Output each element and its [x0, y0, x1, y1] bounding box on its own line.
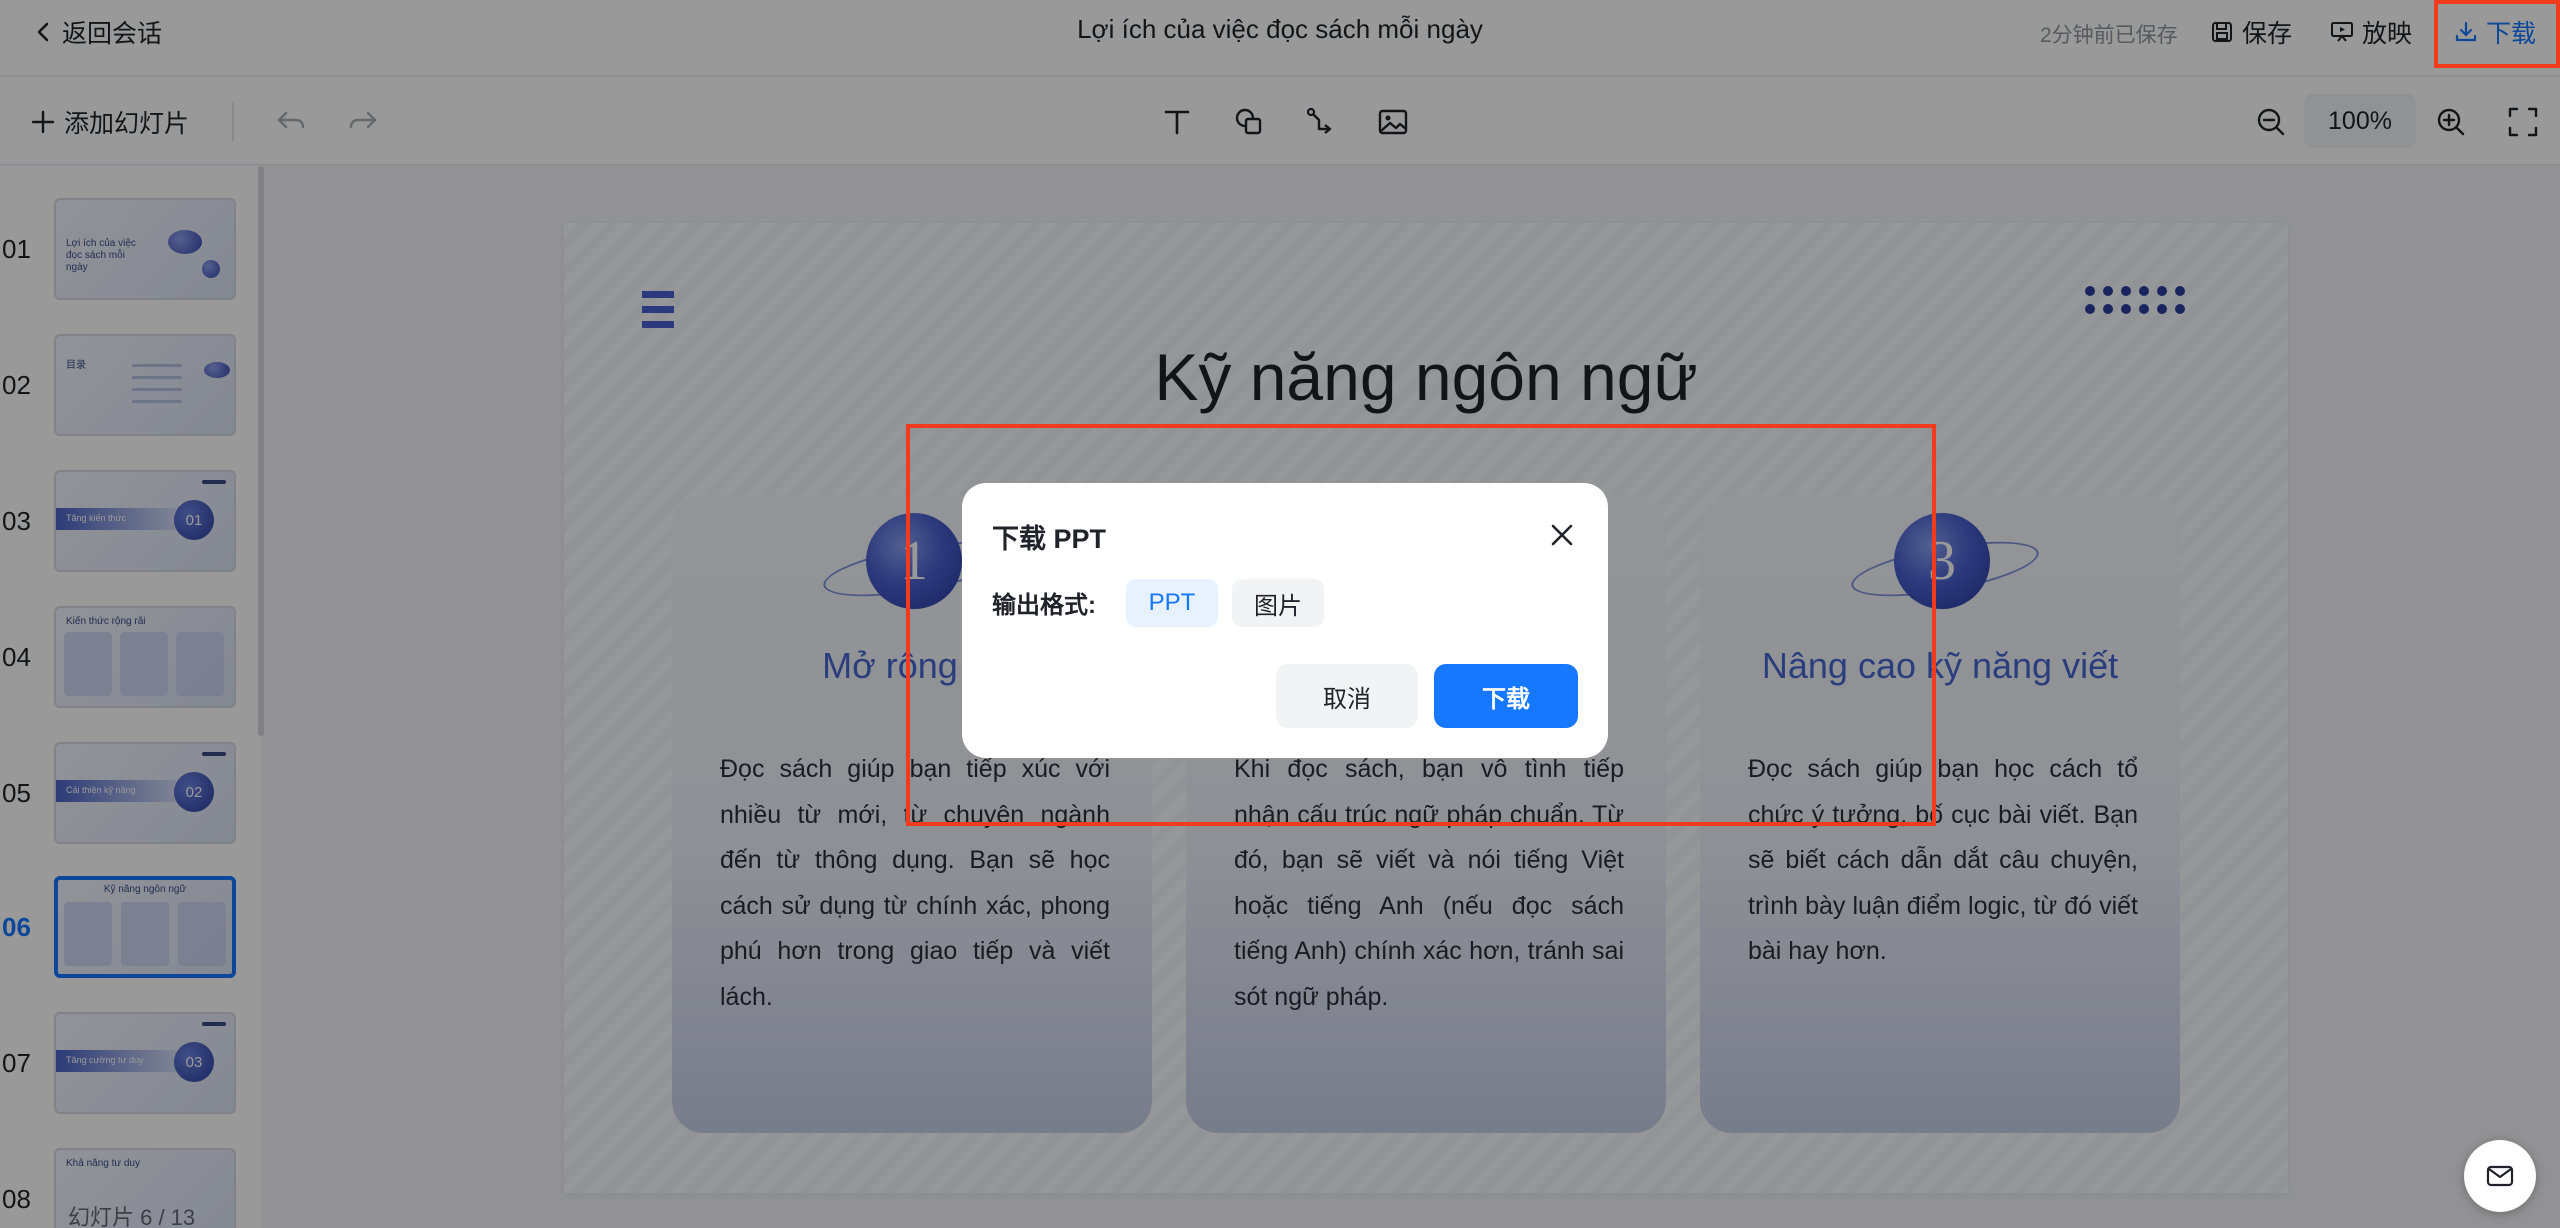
- close-icon[interactable]: [1544, 517, 1580, 553]
- highlight-box-download: [2434, 0, 2560, 68]
- dialog-title: 下载 PPT: [992, 524, 1107, 554]
- confirm-download-button[interactable]: 下载: [1434, 664, 1578, 728]
- download-dialog: 下载 PPT 输出格式: PPT 图片 取消 下载: [962, 483, 1608, 758]
- format-option-ppt[interactable]: PPT: [1126, 579, 1218, 627]
- format-label: 输出格式:: [992, 592, 1096, 619]
- mail-icon: [2486, 1165, 2514, 1187]
- feedback-button[interactable]: [2464, 1140, 2536, 1212]
- format-option-image[interactable]: 图片: [1232, 579, 1324, 627]
- cancel-button[interactable]: 取消: [1276, 664, 1418, 728]
